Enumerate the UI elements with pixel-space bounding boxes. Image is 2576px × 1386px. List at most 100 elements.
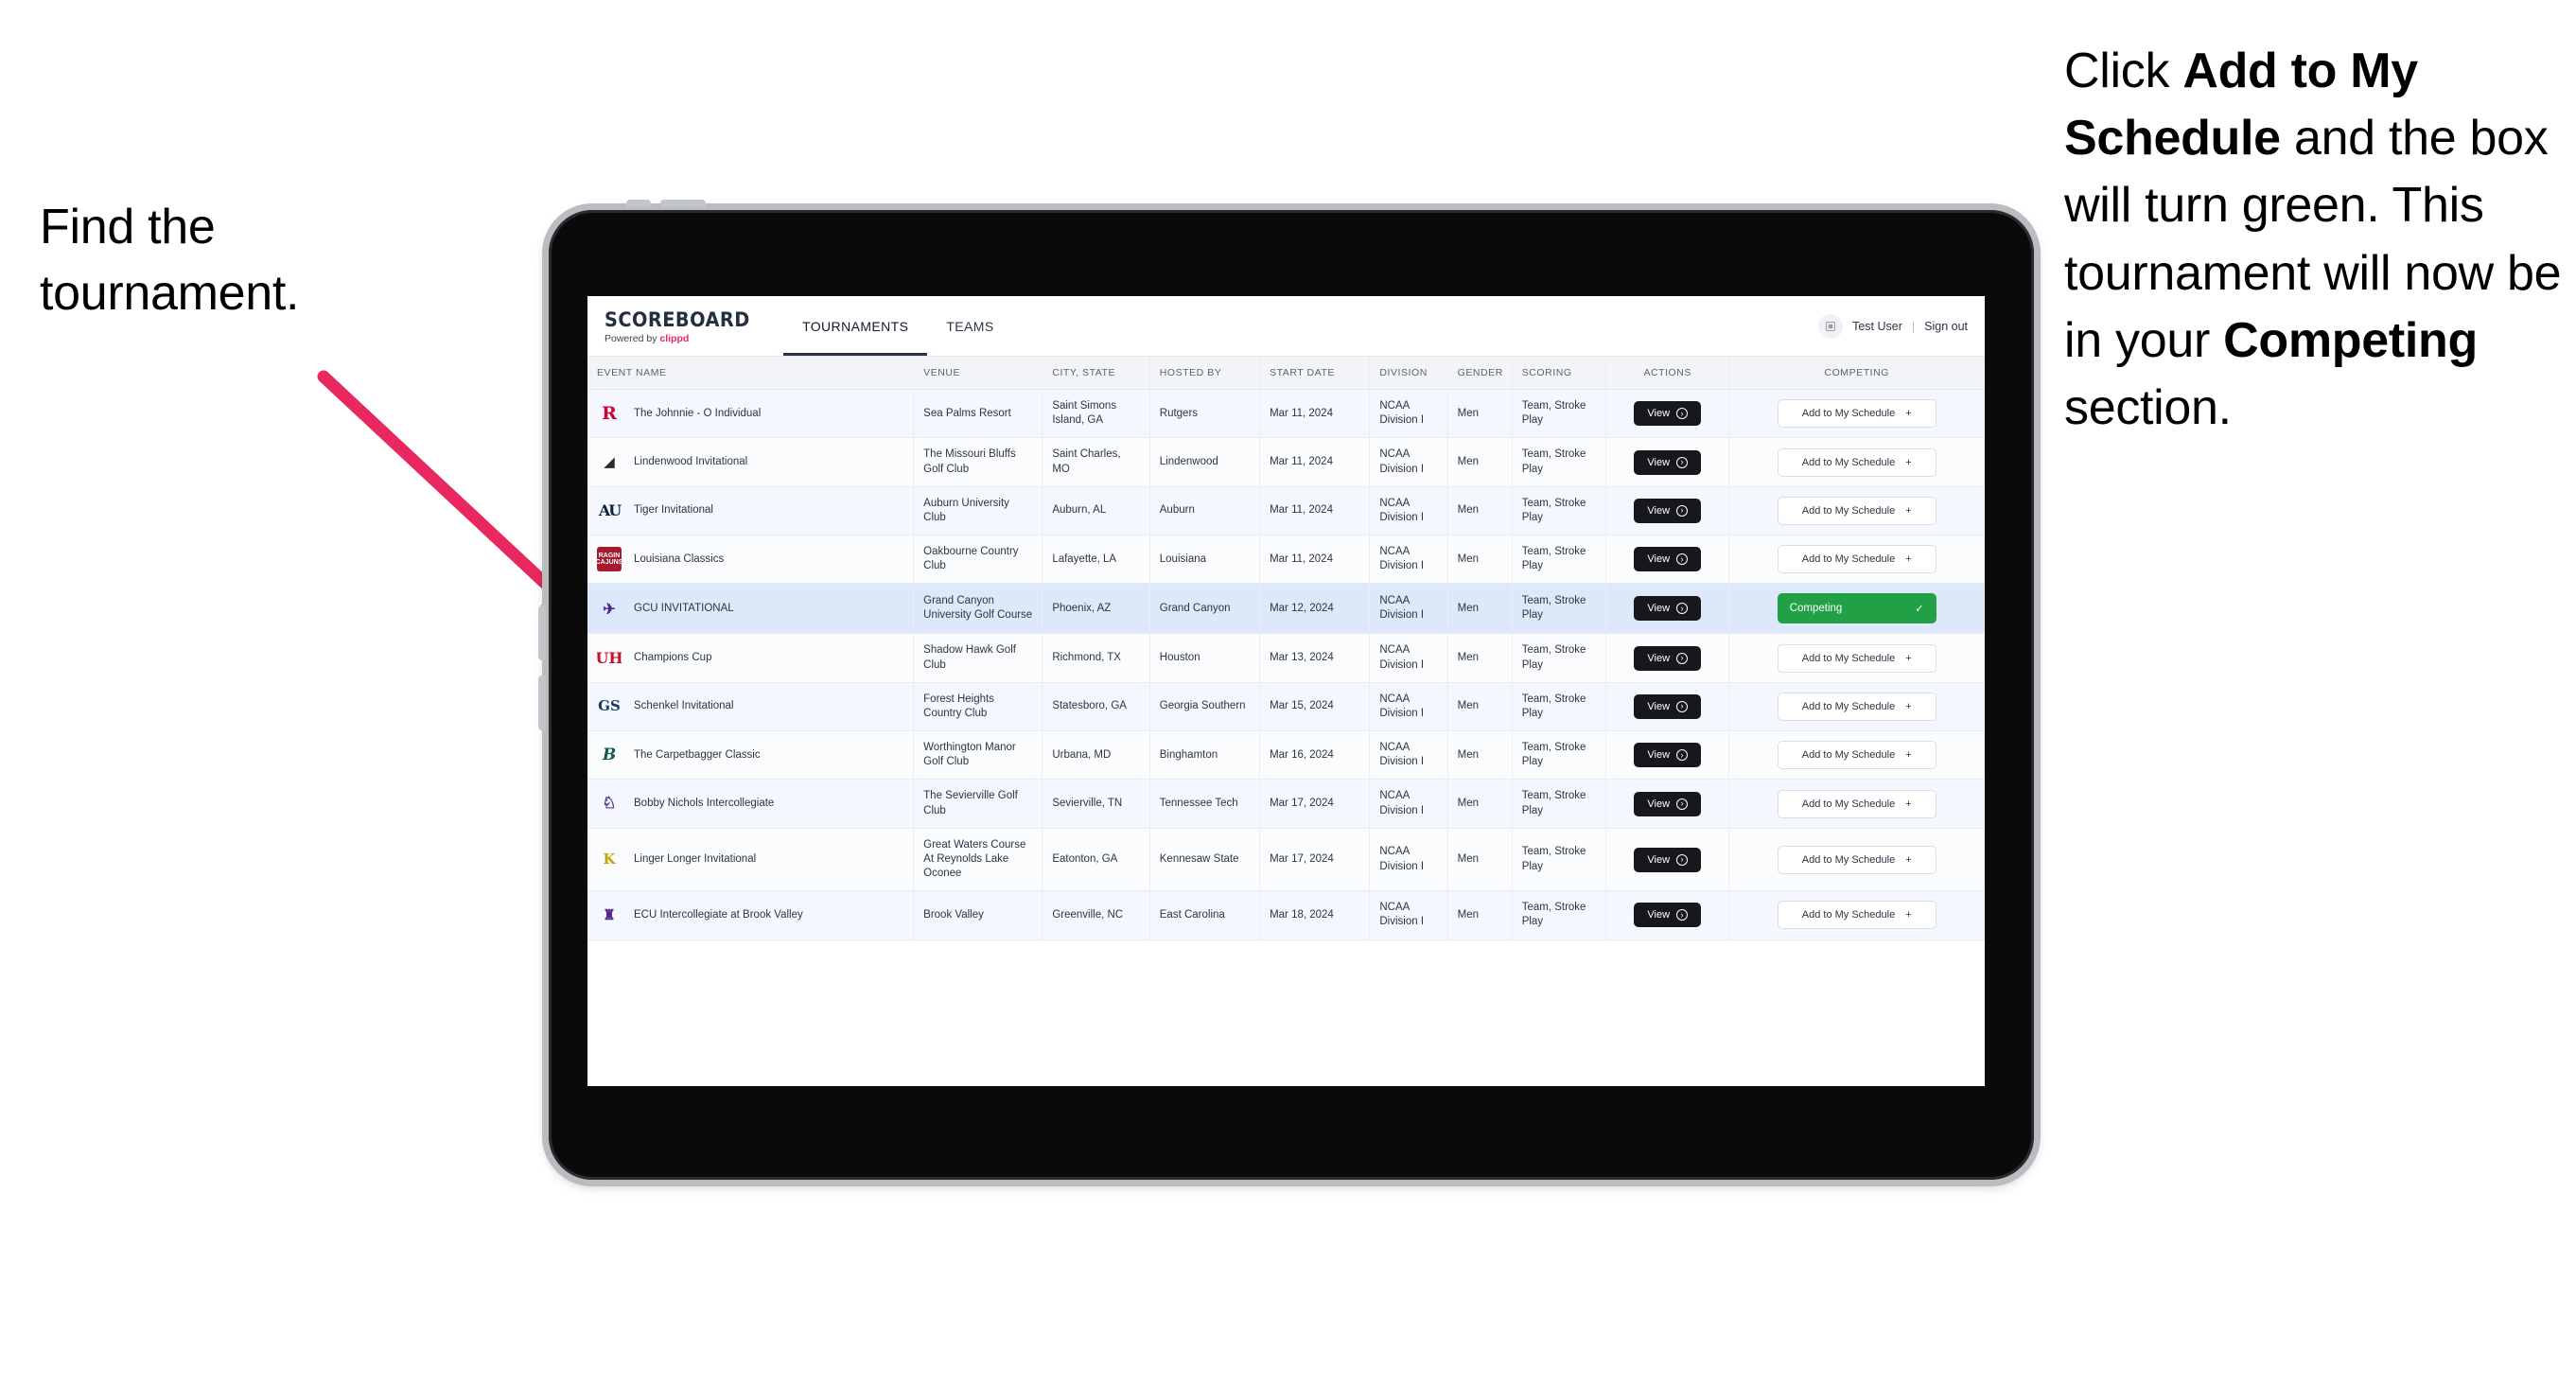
add-to-my-schedule-button[interactable]: Add to My Schedule + (1777, 545, 1936, 574)
column-header-city-state[interactable]: CITY, STATE (1042, 357, 1150, 390)
view-button[interactable]: View › (1634, 847, 1702, 872)
column-header-hosted-by[interactable]: HOSTED BY (1149, 357, 1261, 390)
add-to-my-schedule-button[interactable]: Add to My Schedule + (1777, 692, 1936, 721)
volume-up-button[interactable] (538, 605, 546, 660)
cell-hosted-by: Binghamton (1149, 730, 1261, 781)
column-header-competing[interactable]: COMPETING (1728, 357, 1985, 390)
view-button[interactable]: View › (1634, 401, 1702, 427)
tablet-top-button-2[interactable] (660, 200, 706, 207)
add-to-my-schedule-button[interactable]: Add to My Schedule + (1777, 496, 1936, 525)
add-to-my-schedule-label: Add to My Schedule (1801, 700, 1896, 712)
cell-event-name: AU Tiger Invitational (587, 486, 915, 536)
cell-division: NCAA Division I (1369, 828, 1448, 892)
cell-division: NCAA Division I (1369, 389, 1448, 439)
add-to-my-schedule-button[interactable]: Add to My Schedule + (1777, 447, 1936, 477)
user-badge-icon[interactable] (1818, 313, 1844, 339)
add-to-my-schedule-button[interactable]: Add to My Schedule + (1777, 643, 1936, 673)
cell-start-date: Mar 15, 2024 (1259, 682, 1371, 732)
cell-gender: Men (1447, 828, 1513, 892)
cell-division: NCAA Division I (1369, 535, 1448, 585)
column-header-gender[interactable]: GENDER (1447, 357, 1513, 390)
cell-hosted-by: Houston (1149, 633, 1261, 683)
cell-city-state: Statesboro, GA (1042, 682, 1150, 732)
team-logo-icon: AU (598, 501, 622, 520)
cell-hosted-by: Auburn (1149, 486, 1261, 536)
view-button[interactable]: View › (1634, 596, 1702, 622)
view-button[interactable]: View › (1634, 743, 1702, 768)
cell-competing: Add to My Schedule + (1728, 682, 1985, 732)
plus-icon: + (1905, 700, 1912, 712)
table-row[interactable]: GS Schenkel Invitational Forest Heights Co… (587, 682, 1985, 732)
tab-tournaments[interactable]: TOURNAMENTS (783, 296, 928, 356)
team-logo-icon: R (602, 402, 617, 424)
cell-event-name: ♜ ECU Intercollegiate at Brook Valley (587, 890, 915, 940)
view-button[interactable]: View › (1634, 449, 1702, 475)
column-header-division[interactable]: DIVISION (1369, 357, 1448, 390)
event-name-label: Schenkel Invitational (634, 700, 734, 712)
view-button[interactable]: View › (1634, 903, 1702, 928)
column-header-scoring[interactable]: SCORING (1512, 357, 1606, 390)
add-to-my-schedule-button[interactable]: Add to My Schedule + (1777, 399, 1936, 429)
table-row[interactable]: ♜ ECU Intercollegiate at Brook Valley Broo… (587, 890, 1985, 940)
add-to-my-schedule-button[interactable]: Add to My Schedule + (1777, 901, 1936, 930)
cell-competing: Add to My Schedule + (1728, 779, 1985, 829)
cell-city-state: Auburn, AL (1042, 486, 1150, 536)
cell-hosted-by: East Carolina (1149, 890, 1261, 940)
cell-start-date: Mar 12, 2024 (1259, 583, 1371, 635)
view-button[interactable]: View › (1634, 547, 1702, 572)
arrow-circle-right-icon: › (1676, 652, 1689, 664)
column-header-start-date[interactable]: START DATE (1259, 357, 1371, 390)
plus-icon: + (1905, 909, 1912, 921)
column-header-event-name[interactable]: EVENT NAME (587, 357, 915, 390)
cell-division: NCAA Division I (1369, 730, 1448, 781)
cell-event-name: GS Schenkel Invitational (587, 682, 915, 732)
event-name-label: Linger Longer Invitational (634, 852, 757, 865)
cell-scoring: Team, Stroke Play (1512, 486, 1606, 536)
table-body: R The Johnnie - O Individual Sea Palms Res… (587, 389, 1985, 940)
view-button[interactable]: View › (1634, 791, 1702, 816)
tournaments-table-scroll[interactable]: EVENT NAME VENUE CITY, STATE HOSTED BY START… (587, 357, 1985, 1086)
cell-competing: Add to My Schedule + (1728, 828, 1985, 892)
table-row[interactable]: ✈ GCU INVITATIONAL Grand Canyon University… (587, 583, 1985, 635)
add-to-my-schedule-label: Add to My Schedule (1801, 504, 1896, 517)
table-row[interactable]: RAGIN CAJUNS Louisiana Classics Oakbourne … (587, 535, 1985, 585)
add-to-my-schedule-button[interactable]: Add to My Schedule + (1777, 789, 1936, 818)
cell-hosted-by: Rutgers (1149, 389, 1261, 439)
view-button[interactable]: View › (1634, 498, 1702, 523)
add-to-my-schedule-label: Add to My Schedule (1801, 456, 1896, 468)
table-row[interactable]: ♘ Bobby Nichols Intercollegiate The Sevier… (587, 779, 1985, 829)
add-to-my-schedule-label: Add to My Schedule (1801, 652, 1896, 664)
table-row[interactable]: AU Tiger Invitational Auburn University Cl… (587, 486, 1985, 536)
view-button[interactable]: View › (1634, 693, 1702, 719)
table-row[interactable]: K Linger Longer Invitational Great Waters … (587, 828, 1985, 892)
column-header-venue[interactable]: VENUE (913, 357, 1043, 390)
sign-out-link[interactable]: Sign out (1924, 320, 1968, 333)
view-button-label: View (1647, 798, 1671, 810)
cell-scoring: Team, Stroke Play (1512, 535, 1606, 585)
cell-gender: Men (1447, 779, 1513, 829)
view-button[interactable]: View › (1634, 645, 1702, 671)
tablet-device: SCOREBOARD Powered by clippd TOURNAMENTS… (538, 200, 2034, 1180)
table-row[interactable]: B The Carpetbagger Classic Worthington Man… (587, 730, 1985, 781)
brand-logo: SCOREBOARD Powered by clippd (587, 296, 783, 356)
view-button-label: View (1647, 504, 1671, 517)
table-header-row: EVENT NAME VENUE CITY, STATE HOSTED BY START… (587, 357, 1985, 390)
cell-venue: The Missouri Bluffs Golf Club (913, 437, 1043, 487)
add-to-my-schedule-button[interactable]: Add to My Schedule + (1777, 741, 1936, 770)
table-row[interactable]: ◢ Lindenwood Invitational The Missouri Blu… (587, 437, 1985, 487)
add-to-my-schedule-button[interactable]: Add to My Schedule + (1777, 845, 1936, 874)
table-row[interactable]: R The Johnnie - O Individual Sea Palms Res… (587, 389, 1985, 439)
volume-down-button[interactable] (538, 675, 546, 730)
cell-city-state: Sevierville, TN (1042, 779, 1150, 829)
user-name: Test User (1852, 319, 1902, 333)
cell-scoring: Team, Stroke Play (1512, 779, 1606, 829)
brand-title: SCOREBOARD (605, 307, 750, 331)
cell-actions: View › (1605, 633, 1730, 683)
competing-button[interactable]: Competing ✓ (1777, 593, 1936, 624)
table-row[interactable]: UH Champions Cup Shadow Hawk Golf Club Rich… (587, 633, 1985, 683)
tab-teams[interactable]: TEAMS (927, 296, 1012, 356)
event-name-label: Louisiana Classics (634, 553, 725, 565)
app-header: SCOREBOARD Powered by clippd TOURNAMENTS… (587, 296, 1985, 357)
column-header-actions[interactable]: ACTIONS (1605, 357, 1730, 390)
tablet-top-button-1[interactable] (626, 200, 651, 207)
